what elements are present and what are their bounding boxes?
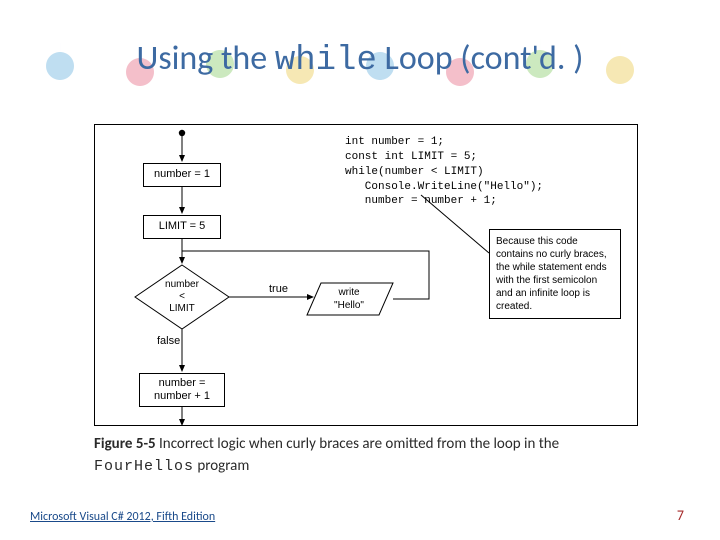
figure-caption: Figure 5-5 Incorrect logic when curly br… <box>94 434 654 478</box>
caption-program: FourHellos <box>94 458 194 475</box>
write-l1: write <box>337 287 360 298</box>
slide-title: Using the while Loop (cont'd. ) <box>0 38 720 80</box>
title-post: Loop (cont'd. ) <box>377 38 584 79</box>
footer-book-title: Microsoft Visual C# 2012, Fifth Edition <box>30 510 215 524</box>
footer-page-number: 7 <box>677 507 684 524</box>
decision-l2: < <box>179 291 185 302</box>
caption-fignum: Figure 5-5 <box>94 435 156 453</box>
title-pre: Using the <box>137 38 275 79</box>
caption-text2: program <box>194 457 249 475</box>
write-l2: "Hello" <box>334 300 364 311</box>
caption-text1: Incorrect logic when curly braces are om… <box>156 435 559 453</box>
decision-l1: number <box>165 279 200 290</box>
title-code: while <box>275 42 377 80</box>
figure-frame: int number = 1; const int LIMIT = 5; whi… <box>94 124 638 426</box>
decision-l3: LIMIT <box>169 303 195 314</box>
flow-svg: number < LIMIT write "Hello" <box>95 125 639 427</box>
